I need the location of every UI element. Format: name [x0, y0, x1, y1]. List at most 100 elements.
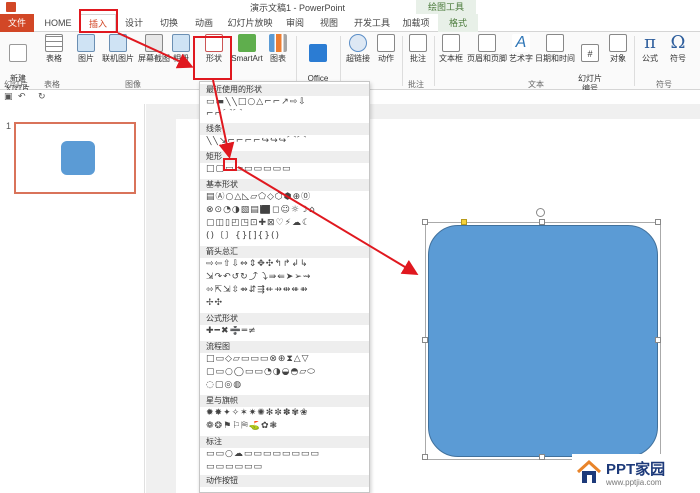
- online-picture-label: 联机图片: [102, 54, 134, 63]
- datetime-label: 日期和时间: [535, 54, 575, 63]
- slide-thumbnail[interactable]: [14, 122, 136, 194]
- globe-link-icon: [349, 34, 367, 52]
- album-button[interactable]: 相册: [172, 34, 190, 64]
- basic-shapes-row[interactable]: ⊗⊙◔◑▧▤⬛◻☺☼☽⌂: [206, 205, 368, 216]
- basic-shapes-row[interactable]: ▢◫▯◰◳⊡✚⊠♡⚡☁☾: [206, 218, 368, 229]
- resize-handle-b[interactable]: [539, 454, 545, 460]
- object-button[interactable]: 对象: [606, 34, 630, 64]
- pi-icon: π: [644, 32, 656, 53]
- logo-brand: PPT家园: [606, 461, 666, 478]
- stars-row[interactable]: ✹✸✦✧✶✷✺✻✼✽✾❀: [206, 408, 368, 419]
- wordart-label: 艺术字: [509, 54, 533, 63]
- slide-number-button[interactable]: # 幻灯片 编号: [576, 34, 604, 94]
- section-arrows: 箭头总汇: [200, 246, 369, 258]
- group-images-label: 图像: [125, 80, 141, 89]
- adjust-handle[interactable]: [461, 219, 467, 225]
- section-equation: 公式形状: [200, 313, 369, 325]
- tab-slideshow[interactable]: 幻灯片放映: [226, 14, 274, 32]
- resize-handle-l[interactable]: [422, 337, 428, 343]
- drawing-tools-label: 绘图工具: [416, 0, 476, 14]
- symbol-label: 符号: [670, 54, 686, 63]
- highlight-insert-tab: [79, 9, 118, 33]
- arrows-row[interactable]: ⇨⇦⇧⇩⇔⇕✥✣↰↱↲↳: [206, 259, 368, 270]
- arrows-row[interactable]: ⬄⇱⇲⇳⇴⇵⇶⇷⇸⇹⇺⇻: [206, 285, 368, 296]
- chart-button[interactable]: 图表: [266, 34, 290, 64]
- resize-handle-tr[interactable]: [655, 219, 661, 225]
- section-stars: 星与旗帜: [200, 395, 369, 407]
- recent-shapes-row[interactable]: ▭▬╲╲□○△⌐⌐↗⇨⇩: [206, 97, 368, 108]
- tab-developer[interactable]: 开发工具: [352, 14, 392, 32]
- tab-animations[interactable]: 动画: [190, 14, 218, 32]
- group-symbols-label: 符号: [656, 80, 672, 89]
- comment-label: 批注: [410, 54, 426, 63]
- group-tables-label: 表格: [44, 80, 60, 89]
- equation-shapes-row[interactable]: ✚━✖➗═≠: [206, 326, 368, 337]
- table-label: 表格: [46, 54, 62, 63]
- arrows-row[interactable]: ⇲↷↶↺↻⤴⤵⇛⇚➤➢⇝: [206, 272, 368, 283]
- action-button[interactable]: 动作: [374, 34, 398, 64]
- header-footer-label: 页眉和页脚: [467, 54, 507, 63]
- header-footer-button[interactable]: 页眉和页脚: [467, 34, 507, 64]
- redo-icon[interactable]: ↻: [38, 91, 46, 102]
- chart-label: 图表: [270, 54, 286, 63]
- tab-home[interactable]: HOME: [40, 14, 76, 32]
- online-picture-button[interactable]: 联机图片: [100, 34, 136, 64]
- office-store-icon: [309, 44, 327, 62]
- slide-number-icon: #: [581, 44, 599, 62]
- callouts-row[interactable]: ▭▭○☁▭▭▭▭▭▭▭▭: [206, 449, 368, 460]
- wordart-button[interactable]: A 艺术字: [508, 34, 534, 64]
- house-icon: [576, 459, 602, 483]
- basic-shapes-row[interactable]: ()〔〕{}[]{}(): [206, 231, 368, 242]
- separator: [340, 36, 341, 86]
- picture-label: 图片: [78, 54, 94, 63]
- tab-design[interactable]: 设计: [120, 14, 148, 32]
- comment-button[interactable]: 批注: [406, 34, 430, 64]
- callouts-row[interactable]: ▭▭▭▭▭▭: [206, 462, 368, 473]
- section-basic: 基本形状: [200, 179, 369, 191]
- save-icon[interactable]: ▣: [4, 91, 13, 102]
- textbox-button[interactable]: 文本框: [437, 34, 465, 64]
- album-icon: [172, 34, 190, 52]
- tab-addins[interactable]: 加载项: [399, 14, 433, 32]
- stars-row[interactable]: ❁❂⚑⚐⛿⛳✿❃: [206, 421, 368, 432]
- equation-label: 公式: [642, 54, 658, 63]
- resize-handle-tl[interactable]: [422, 219, 428, 225]
- smartart-icon: [238, 34, 256, 52]
- undo-icon[interactable]: ↶: [18, 91, 26, 102]
- hyperlink-button[interactable]: 超链接: [344, 34, 372, 64]
- section-recent: 最近使用的形状: [200, 84, 369, 96]
- symbol-button[interactable]: Ω 符号: [666, 34, 690, 64]
- smartart-button[interactable]: SmartArt: [230, 34, 264, 64]
- resize-handle-bl[interactable]: [422, 454, 428, 460]
- hyperlink-label: 超链接: [346, 54, 370, 63]
- comment-icon: [409, 34, 427, 52]
- tab-view[interactable]: 视图: [316, 14, 342, 32]
- recent-shapes-row[interactable]: ⌐⌐⌒⌒: [206, 109, 368, 120]
- tab-transitions[interactable]: 切换: [155, 14, 183, 32]
- arrows-row[interactable]: ✢✣: [206, 298, 368, 309]
- rotation-handle[interactable]: [536, 208, 545, 217]
- tab-format[interactable]: 格式: [438, 14, 478, 32]
- datetime-button[interactable]: 日期和时间: [535, 34, 575, 64]
- separator: [402, 36, 403, 86]
- section-flowchart: 流程图: [200, 341, 369, 353]
- tab-review[interactable]: 审阅: [282, 14, 308, 32]
- basic-shapes-row[interactable]: ▤Ⓐ○△◺▱⬠◇⬡⬢⊕⓪: [206, 192, 368, 203]
- resize-handle-t[interactable]: [539, 219, 545, 225]
- section-callouts: 标注: [200, 436, 369, 448]
- table-button[interactable]: 表格: [42, 34, 66, 64]
- flowchart-row[interactable]: ◌▢◎◍: [206, 380, 368, 391]
- resize-handle-r[interactable]: [655, 337, 661, 343]
- equation-button[interactable]: π 公式: [638, 34, 662, 64]
- lines-row[interactable]: ╲╲↘⌐⌐⌐⌐↪↪↪⌒⌒: [206, 136, 368, 147]
- picture-button[interactable]: 图片: [74, 34, 98, 64]
- group-slides-label: 幻灯片: [4, 80, 28, 89]
- action-label: 动作: [378, 54, 394, 63]
- slide-number: 1: [6, 121, 12, 131]
- slide-thumbnail-pane: 1: [0, 104, 145, 493]
- tab-file[interactable]: 文件: [0, 14, 34, 32]
- flowchart-row[interactable]: □▭◇▱▭▭▭⊗⊕⧗△▽: [206, 354, 368, 365]
- flowchart-row[interactable]: ▢▭○◯▭▭◔◑◒◓▱⬭: [206, 367, 368, 378]
- rounded-rectangle-shape[interactable]: [428, 225, 658, 457]
- screenshot-button[interactable]: 屏幕截图: [136, 34, 172, 64]
